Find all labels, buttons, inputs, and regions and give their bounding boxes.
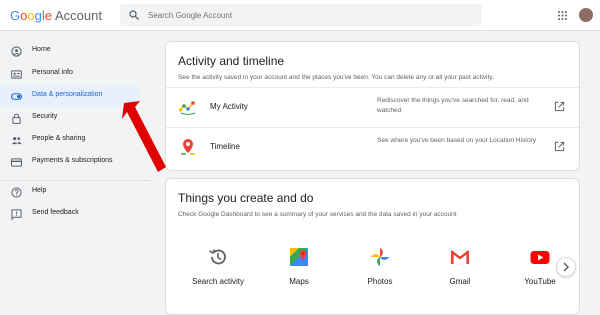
apps-grid-icon[interactable] [558, 11, 567, 20]
tile-label: Gmail [449, 277, 471, 286]
top-bar: Google Account [0, 0, 600, 31]
logo-suffix: Account [54, 8, 102, 23]
people-icon [11, 137, 22, 145]
sidebar-divider [0, 180, 150, 181]
sidebar-item-label: People & sharing [32, 135, 86, 142]
home-icon [11, 46, 22, 57]
row-description: See where you've been based on your Loca… [377, 137, 537, 144]
my-activity-icon [178, 101, 196, 115]
tile-search-activity[interactable]: Search activity [183, 244, 253, 299]
toggle-icon [11, 93, 22, 100]
my-activity-row[interactable]: My Activity Rediscover the things you've… [166, 88, 579, 126]
id-card-icon [11, 70, 22, 79]
timeline-row[interactable]: Timeline See where you've been based on … [166, 128, 579, 166]
history-icon [209, 249, 226, 265]
row-description: Rediscover the things you've searched fo… [377, 97, 529, 114]
search-icon [129, 10, 139, 20]
sidebar-item-label: Home [32, 46, 51, 53]
open-external-icon[interactable] [554, 101, 565, 112]
sidebar-item-home[interactable]: Home [0, 41, 140, 61]
tile-label: Photos [367, 277, 393, 286]
row-label: My Activity [210, 102, 248, 111]
sidebar-item-label: Help [32, 187, 47, 194]
sidebar-item-personal-info[interactable]: Personal info [0, 64, 140, 84]
open-external-icon[interactable] [554, 141, 565, 152]
timeline-icon [181, 139, 195, 155]
chevron-right-icon [563, 262, 570, 272]
things-you-create-card: Things you create and do Check Google Da… [165, 178, 580, 315]
card-title: Activity and timeline [178, 54, 285, 68]
search-box[interactable] [120, 4, 482, 26]
google-account-logo[interactable]: Google Account [10, 8, 102, 23]
sidebar-item-help[interactable]: Help [0, 182, 140, 202]
lock-icon [12, 113, 21, 124]
sidebar-item-label: Personal info [32, 69, 73, 76]
sidebar-item-label: Send feedback [32, 209, 79, 216]
search-input[interactable] [148, 7, 468, 23]
maps-icon [290, 248, 308, 266]
annotation-arrow [122, 101, 166, 172]
sidebar-item-send-feedback[interactable]: Send feedback [0, 204, 140, 224]
youtube-icon [530, 251, 550, 264]
gmail-icon [450, 249, 470, 265]
tile-label: Search activity [191, 277, 245, 286]
next-tiles-button[interactable] [556, 257, 576, 277]
card-description: Check Google Dashboard to see a summary … [178, 211, 457, 218]
avatar[interactable] [579, 8, 593, 22]
tile-photos[interactable]: Photos [345, 244, 415, 299]
row-label: Timeline [210, 142, 240, 151]
sidebar-item-label: Payments & subscriptions [32, 157, 113, 164]
tile-label: Maps [289, 277, 309, 286]
activity-timeline-card: Activity and timeline See the activity s… [165, 41, 580, 171]
card-description: See the activity saved in your account a… [178, 74, 494, 81]
tile-maps[interactable]: Maps [264, 244, 334, 299]
credit-card-icon [11, 158, 22, 167]
product-tiles: Search activity Maps Photos Gmail YouTub… [166, 244, 579, 304]
photos-icon [371, 248, 389, 266]
tile-gmail[interactable]: Gmail [425, 244, 495, 299]
card-title: Things you create and do [178, 191, 314, 205]
feedback-icon [11, 209, 22, 220]
help-icon [11, 187, 22, 198]
sidebar-item-label: Data & personalization [32, 91, 103, 98]
sidebar-item-label: Security [32, 113, 58, 120]
tile-label: YouTube [524, 277, 556, 286]
